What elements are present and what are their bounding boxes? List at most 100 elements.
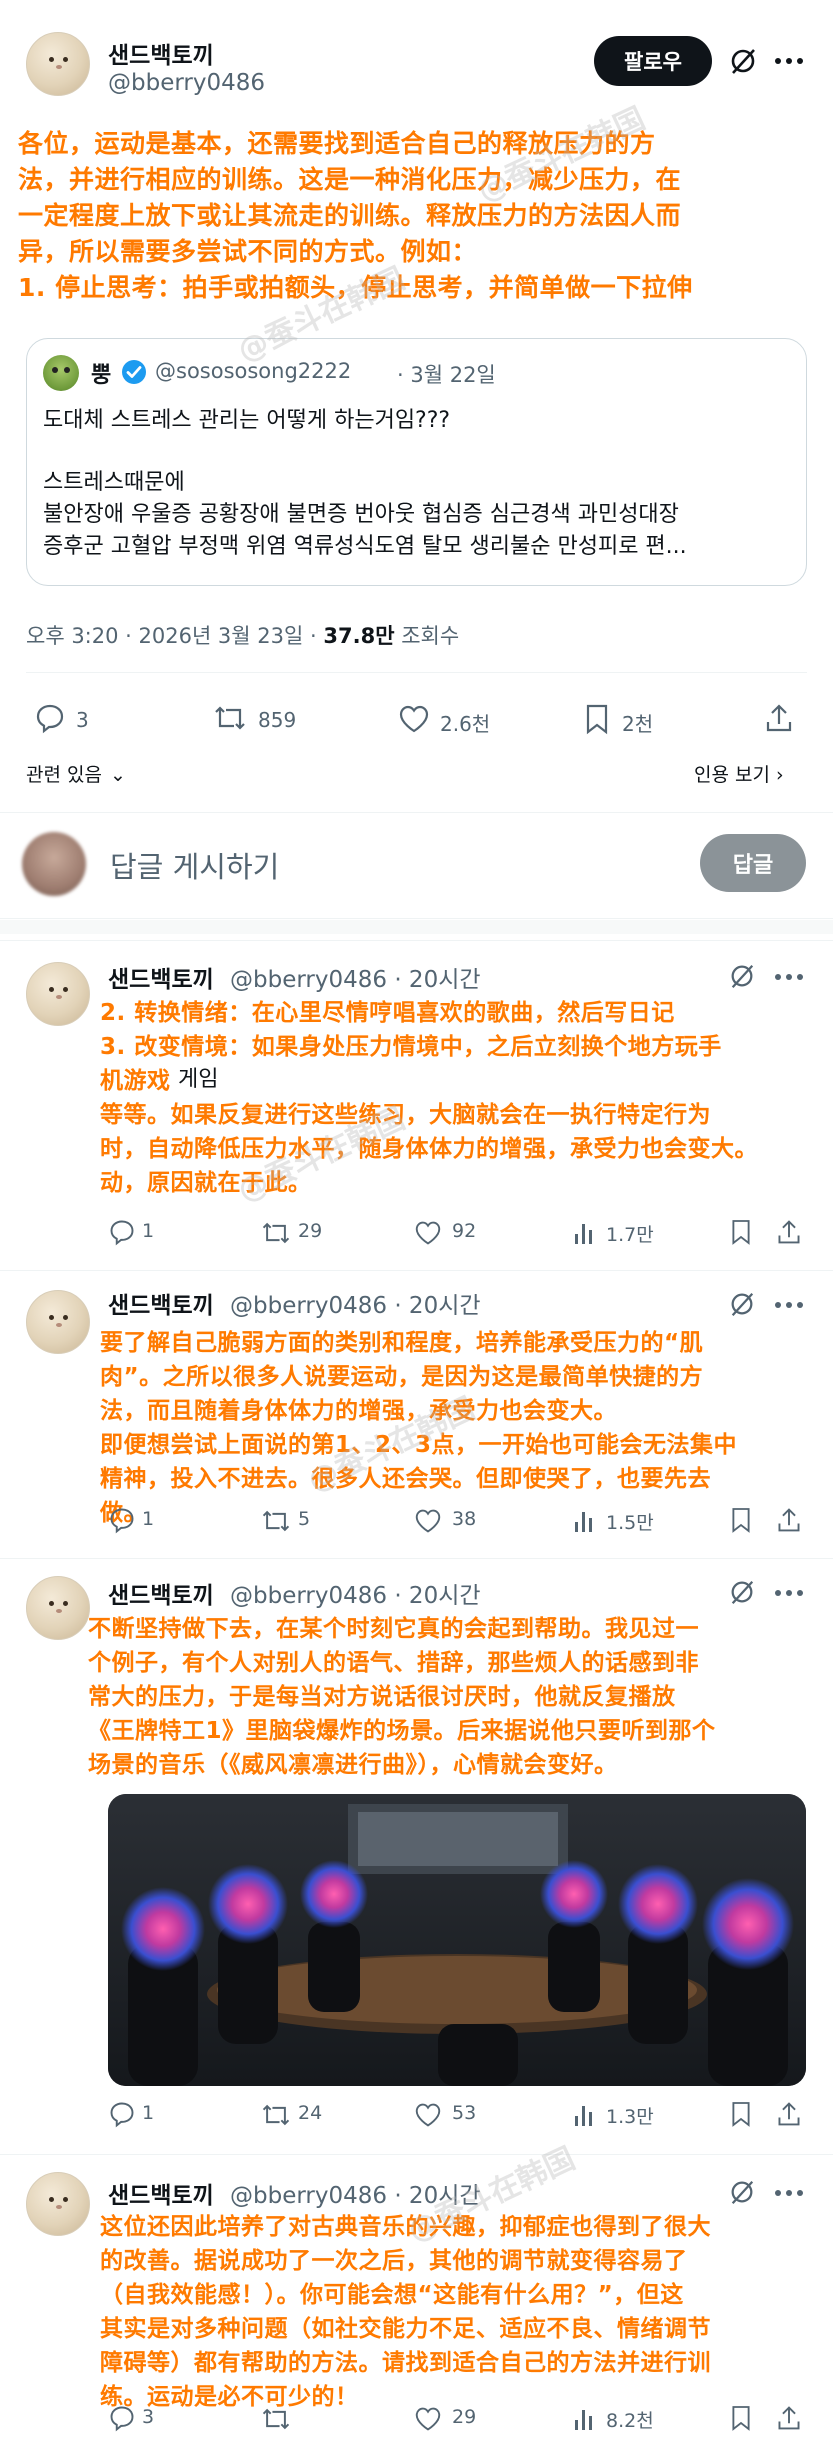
like-icon[interactable] <box>414 2406 442 2432</box>
quote-date[interactable]: · 3월 22일 <box>397 359 496 389</box>
reply-icon[interactable] <box>108 2404 136 2432</box>
retweet-icon[interactable] <box>260 1220 292 1246</box>
views-icon[interactable] <box>572 1508 598 1534</box>
composer-avatar <box>22 832 86 896</box>
overlay-line: 的改善。据说成功了一次之后，其他的调节就变得容易了 <box>100 2248 688 2274</box>
avatar[interactable] <box>26 1290 90 1354</box>
retweet-count: 29 <box>298 1220 323 1242</box>
views-count: 8.2천 <box>606 2410 654 2432</box>
avatar[interactable] <box>26 2172 90 2236</box>
retweet-count: 859 <box>258 708 297 732</box>
retweet-icon[interactable] <box>212 704 248 732</box>
reply-icon[interactable] <box>108 2100 136 2128</box>
overlay-line: 个例子，有个人对别人的语气、措辞，那些烦人的话感到非 <box>88 1650 699 1676</box>
author-name[interactable]: 샌드백토끼 <box>108 36 214 70</box>
reply-count: 1 <box>142 1220 155 1242</box>
overlay-line: 常大的压力，于是每当对方说话很讨厌时，他就反复播放 <box>88 1684 676 1710</box>
author-name[interactable]: 샌드백토끼 <box>108 1286 214 1320</box>
like-icon[interactable] <box>398 704 430 734</box>
quoted-tweet[interactable]: 뿡 @sosososong2222 · 3월 22일 도대체 스트레스 관리는 … <box>26 338 807 586</box>
bookmark-icon[interactable] <box>584 703 610 735</box>
reply-icon[interactable] <box>108 1218 136 1246</box>
bookmark-count: 2천 <box>622 712 654 736</box>
follow-button[interactable]: 팔로우 <box>594 36 712 86</box>
share-icon[interactable] <box>776 1218 802 1246</box>
share-icon[interactable] <box>776 2100 802 2128</box>
divider <box>0 918 833 919</box>
author-name[interactable]: 샌드백토끼 <box>108 2176 214 2210</box>
translation-overlay: 不断坚持做下去，在某个时刻它真的会起到帮助。我见过一 个例子，有个人对别人的语气… <box>88 1612 716 1782</box>
reply-meta[interactable]: @bberry0486 · 20시간 <box>230 1286 481 1320</box>
overlay-line: 障碍等）都有帮助的方法。请找到适合自己的方法并进行训 <box>100 2350 711 2376</box>
avatar[interactable] <box>26 1576 90 1640</box>
author-handle[interactable]: @bberry0486 <box>108 70 265 96</box>
more-icon[interactable] <box>774 2189 804 2197</box>
quote-text-line: 도대체 스트레스 관리는 어떻게 하는거임??? <box>43 408 451 433</box>
grok-icon[interactable] <box>728 2178 756 2206</box>
bookmark-icon[interactable] <box>730 2404 752 2432</box>
divider <box>0 812 833 813</box>
quote-text-line: 증후군 고혈압 부정맥 위염 역류성식도염 탈모 생리불순 만성피로 편... <box>43 534 687 559</box>
avatar[interactable] <box>26 962 90 1026</box>
quote-view-label[interactable]: 인용 보기 <box>694 764 770 786</box>
quote-avatar[interactable] <box>43 355 79 391</box>
divider <box>0 1270 833 1271</box>
quote-text-line: 스트레스때문에 <box>43 470 185 495</box>
like-icon[interactable] <box>414 1220 442 1246</box>
grok-icon[interactable] <box>728 1290 756 1318</box>
reply-meta[interactable]: @bberry0486 · 20시간 <box>230 960 481 994</box>
avatar[interactable] <box>26 32 90 96</box>
more-icon[interactable] <box>774 57 804 65</box>
divider <box>26 672 807 673</box>
related-filter[interactable]: 관련 있음 ⌄ <box>26 760 126 787</box>
reply-submit-button[interactable]: 답글 <box>700 834 806 892</box>
composer-input[interactable]: 답글 게시하기 <box>110 844 279 886</box>
more-icon[interactable] <box>774 1589 804 1597</box>
like-icon[interactable] <box>414 1508 442 1534</box>
section-gap <box>0 920 833 934</box>
divider <box>0 940 833 941</box>
views-icon[interactable] <box>572 1220 598 1246</box>
divider <box>0 1558 833 1559</box>
overlay-line: 场景的音乐（《威风凛凛进行曲》），心情就会变好。 <box>88 1752 618 1778</box>
timestamp-text[interactable]: 오후 3:20 · 2026년 3월 23일 · <box>26 624 323 648</box>
like-count: 38 <box>452 1508 477 1530</box>
views-count: 1.3만 <box>606 2106 654 2128</box>
grok-icon[interactable] <box>728 962 756 990</box>
bookmark-icon[interactable] <box>730 1218 752 1246</box>
quote-author-name[interactable]: 뿡 <box>91 357 111 389</box>
share-icon[interactable] <box>776 1506 802 1534</box>
related-label[interactable]: 관련 있음 <box>26 764 102 786</box>
overlay-line: 要了解自己脆弱方面的类别和程度，培养能承受压力的“肌 <box>100 1330 704 1356</box>
author-name[interactable]: 샌드백토끼 <box>108 960 214 994</box>
more-icon[interactable] <box>774 1301 804 1309</box>
bookmark-icon[interactable] <box>730 1506 752 1534</box>
quote-view-link[interactable]: 인용 보기 › <box>694 760 784 787</box>
more-icon[interactable] <box>774 973 804 981</box>
grok-icon[interactable] <box>728 1578 756 1606</box>
reply-count: 3 <box>142 2406 155 2428</box>
reply-count: 1 <box>142 1508 155 1530</box>
retweet-count: 24 <box>298 2102 323 2124</box>
tweet-media-image[interactable] <box>108 1794 806 2086</box>
overlay-line: 精神，投入不进去。很多人还会哭。但即使哭了，也要先去 <box>100 1466 711 1492</box>
retweet-icon[interactable] <box>260 2406 292 2432</box>
reply-icon[interactable] <box>108 1506 136 1534</box>
reply-meta[interactable]: @bberry0486 · 20시간 <box>230 1576 481 1610</box>
share-icon[interactable] <box>776 2404 802 2432</box>
reply-icon[interactable] <box>34 702 66 734</box>
overlay-line: 机游戏 <box>100 1068 171 1094</box>
like-icon[interactable] <box>414 2102 442 2128</box>
bookmark-icon[interactable] <box>730 2100 752 2128</box>
share-icon[interactable] <box>764 702 794 734</box>
retweet-icon[interactable] <box>260 2102 292 2128</box>
views-icon[interactable] <box>572 2102 598 2128</box>
author-name[interactable]: 샌드백토끼 <box>108 1576 214 1610</box>
overlay-line: 一定程度上放下或让其流走的训练。释放压力的方法因人而 <box>18 201 682 230</box>
grok-icon[interactable] <box>728 46 758 76</box>
tweet-timestamp[interactable]: 오후 3:20 · 2026년 3월 23일 · 37.8만 조회수 <box>26 620 459 650</box>
views-count: 1.7만 <box>606 1224 654 1246</box>
retweet-icon[interactable] <box>260 1508 292 1534</box>
views-icon[interactable] <box>572 2406 598 2432</box>
overlay-line: 肉”。之所以很多人说要运动，是因为这是最简单快捷的方 <box>100 1364 704 1390</box>
